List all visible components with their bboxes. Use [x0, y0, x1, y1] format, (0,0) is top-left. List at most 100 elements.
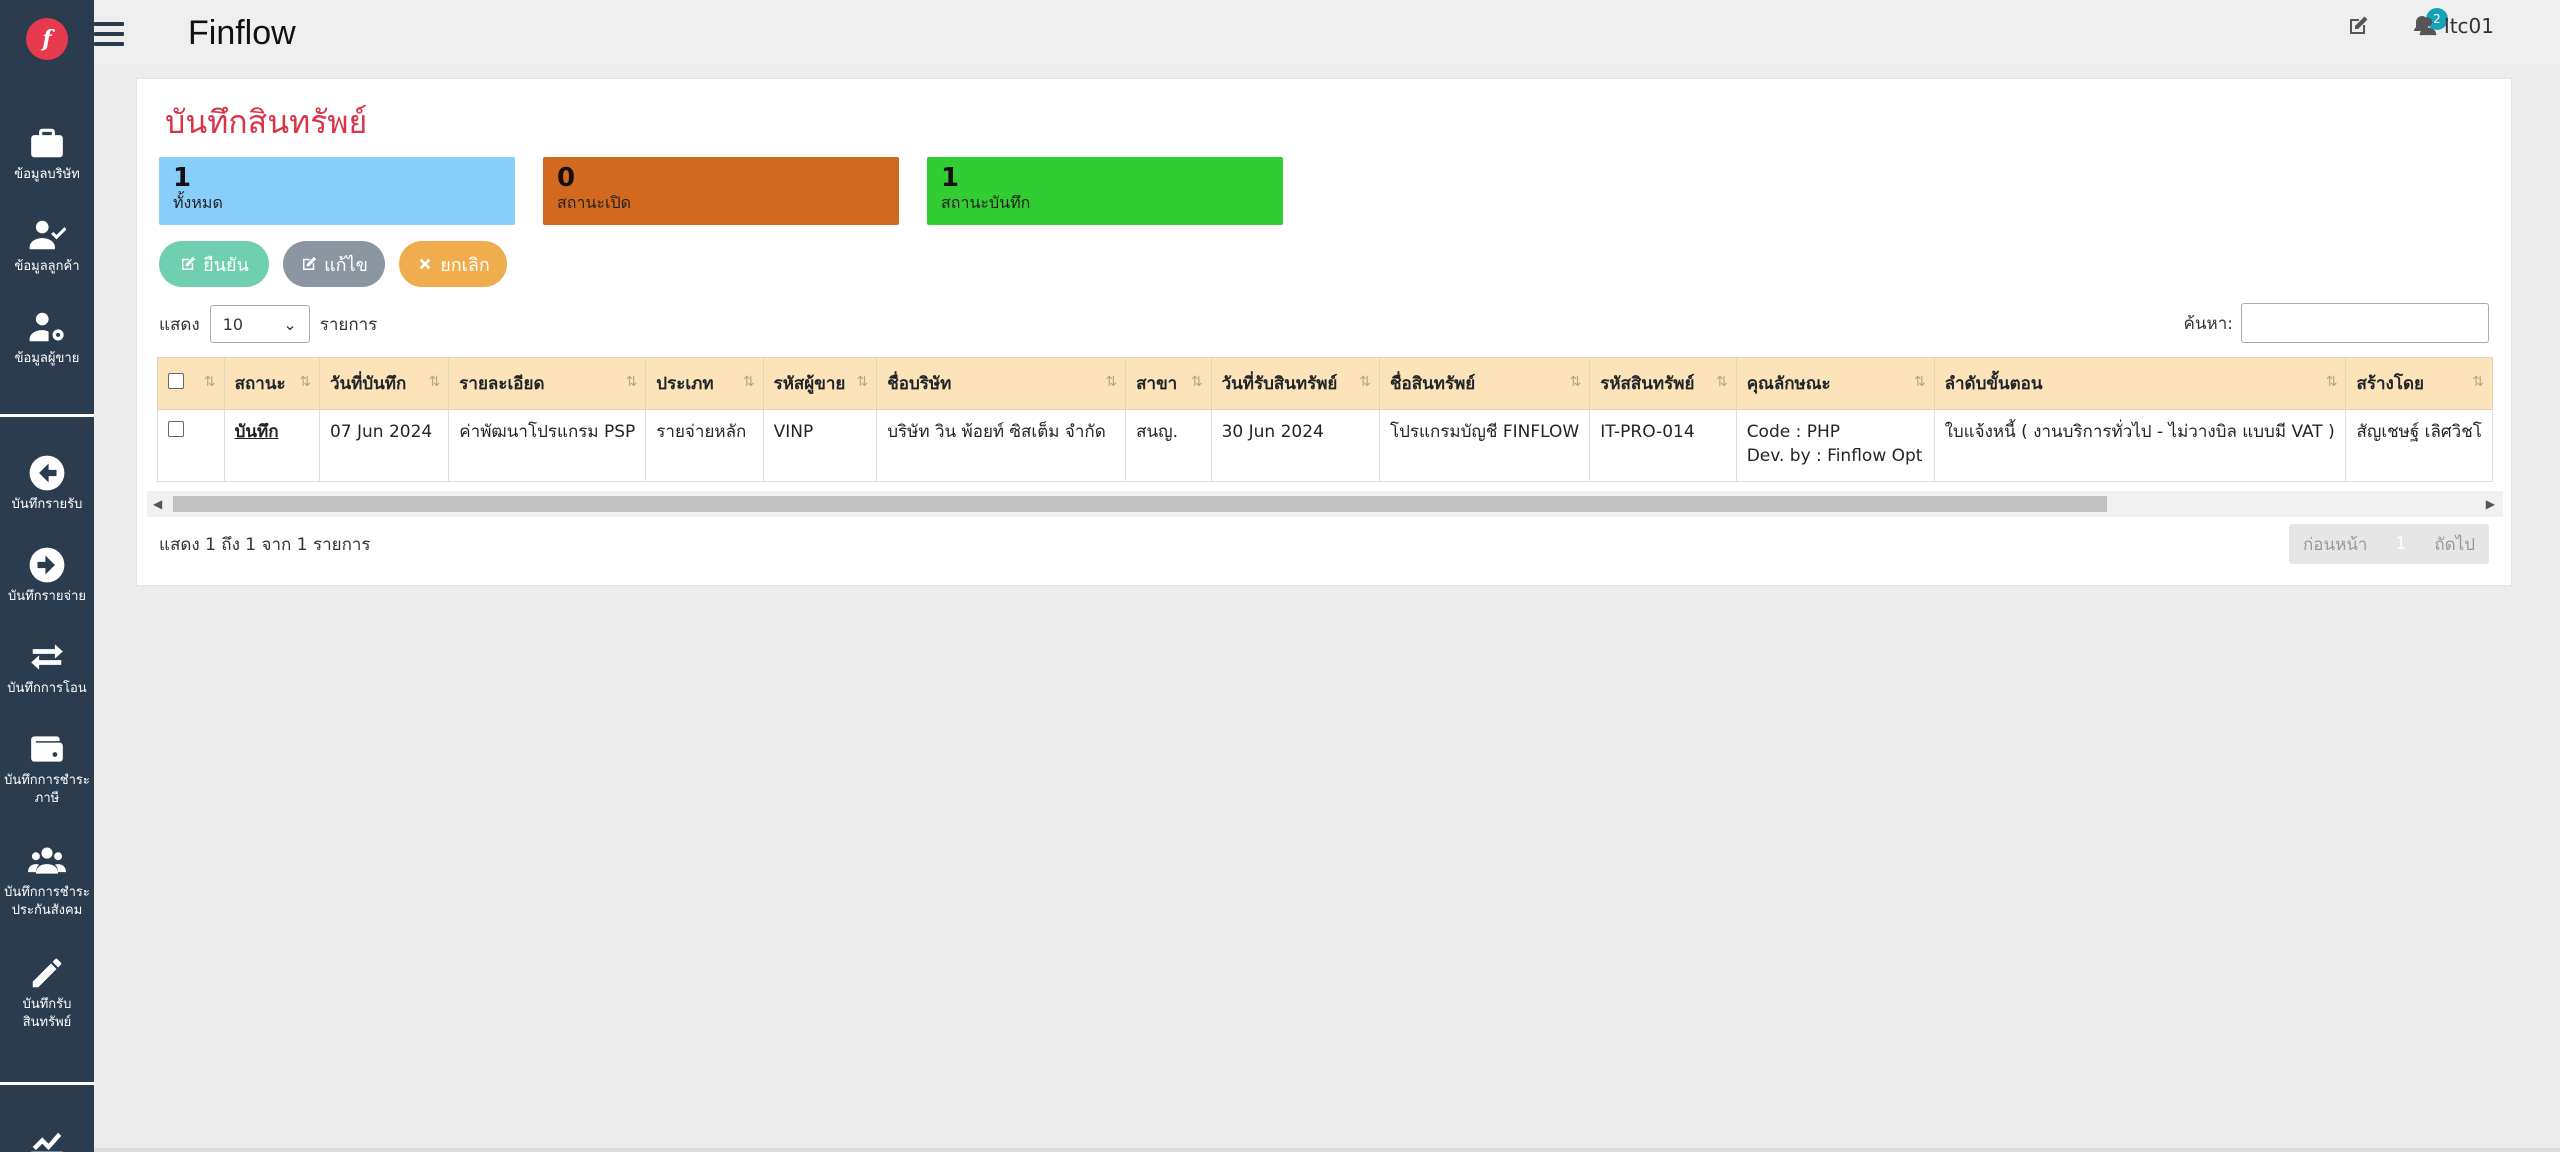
prev-page-button[interactable]: ก่อนหน้า	[2289, 524, 2382, 564]
current-page-button[interactable]: 1	[2381, 524, 2420, 564]
sort-icon: ⇅	[2325, 374, 2338, 390]
attribute-line: Dev. by : Finflow Opt	[1746, 446, 1923, 466]
sort-icon: ⇅	[1913, 374, 1926, 390]
select-all-checkbox[interactable]	[168, 373, 184, 389]
cancel-button[interactable]: ยกเลิก	[399, 241, 507, 287]
column-header[interactable]: วันที่รับสินทรัพย์ ⇅	[1210, 357, 1381, 410]
confirm-button[interactable]: ยืนยัน	[159, 241, 269, 287]
scroll-thumb[interactable]	[173, 496, 2107, 512]
sort-icon: ⇅	[1569, 374, 1582, 390]
column-header[interactable]: รหัสสินทรัพย์ ⇅	[1589, 357, 1737, 410]
attributes-cell: Code : PHP Dev. by : Finflow Opt	[1735, 409, 1935, 482]
sidebar: f ข้อมูลบริษัท ข้อมูลลูกค้า ข้อมูลผู้ขาย…	[0, 0, 94, 1152]
column-header[interactable]: สร้างโดย ⇅	[2345, 357, 2493, 410]
show-label: แสดง	[159, 314, 200, 335]
entries-label: รายการ	[319, 314, 378, 335]
sidebar-item-report[interactable]	[0, 1120, 94, 1152]
next-page-button[interactable]: ถัดไป	[2420, 524, 2489, 564]
select-all-header[interactable]: ⇅	[157, 357, 225, 410]
sort-icon: ⇅	[856, 374, 869, 390]
user-menu[interactable]: Itc01	[2418, 14, 2494, 38]
sidebar-divider	[0, 1082, 94, 1085]
stat-label: สถานะบันทึก	[941, 193, 1031, 212]
sidebar-item-asset[interactable]: บันทึกรับสินทรัพย์	[0, 954, 94, 1032]
sidebar-item-customer[interactable]: ข้อมูลลูกค้า	[0, 216, 94, 276]
stat-saved[interactable]: 1 สถานะบันทึก	[927, 157, 1283, 225]
column-header[interactable]: ประเภท ⇅	[645, 357, 764, 410]
sidebar-item-tax[interactable]: บันทึกการชำระภาษี	[0, 730, 94, 808]
sidebar-item-label: บันทึกรับสินทรัพย์	[22, 997, 72, 1030]
search-label: ค้นหา:	[2183, 313, 2233, 334]
column-header[interactable]: ชื่อบริษัท ⇅	[876, 357, 1127, 410]
column-header[interactable]: รายละเอียด ⇅	[448, 357, 647, 410]
stat-value: 1	[173, 163, 192, 193]
column-header[interactable]: ชื่อสินทรัพย์ ⇅	[1378, 357, 1591, 410]
arrow-left-circle-icon	[29, 455, 65, 491]
detail-cell: ค่าพัฒนาโปรแกรม PSP	[448, 409, 647, 482]
pencil-icon	[32, 958, 62, 988]
sidebar-divider	[0, 414, 94, 417]
horizontal-scrollbar[interactable]: ◀ ▶	[147, 491, 2503, 517]
bottom-border	[94, 1148, 2560, 1152]
column-header[interactable]: สาขา ⇅	[1125, 357, 1212, 410]
row-checkbox[interactable]	[168, 421, 184, 437]
users-icon	[28, 847, 66, 874]
sidebar-item-social-security[interactable]: บันทึกการชำระประกันสังคม	[0, 842, 94, 920]
chevron-down-icon: ⌄	[283, 314, 297, 334]
edit-icon	[303, 256, 317, 270]
user-check-icon	[29, 220, 66, 250]
sort-icon: ⇅	[428, 374, 441, 390]
column-header[interactable]: สถานะ ⇅	[223, 357, 320, 410]
branch-cell: สนญ.	[1125, 409, 1212, 482]
edit-icon	[182, 256, 196, 270]
menu-toggle-icon[interactable]	[94, 22, 124, 46]
stat-open[interactable]: 0 สถานะเปิด	[543, 157, 899, 225]
sidebar-item-vendor[interactable]: ข้อมูลผู้ขาย	[0, 308, 94, 368]
column-header[interactable]: วันที่บันทึก ⇅	[318, 357, 450, 410]
sidebar-item-label: บันทึกรายจ่าย	[7, 589, 86, 604]
edit-note-button[interactable]	[2346, 14, 2374, 42]
sort-icon: ⇅	[1715, 374, 1728, 390]
sidebar-item-label: บันทึกการชำระภาษี	[4, 773, 90, 806]
table-row[interactable]: บันทึก 07 Jun 2024 ค่าพัฒนาโปรแกรม PSP ร…	[157, 409, 2493, 482]
page-size-select[interactable]: 10 ⌄	[209, 305, 310, 343]
type-cell: รายจ่ายหลัก	[645, 409, 764, 482]
sidebar-item-transfer[interactable]: บันทึกการโอน	[0, 638, 94, 698]
sidebar-item-label: บันทึกการโอน	[7, 681, 87, 696]
sidebar-item-expense[interactable]: บันทึกรายจ่าย	[0, 546, 94, 606]
page-size-control: แสดง 10 ⌄ รายการ	[159, 305, 377, 343]
finflow-logo[interactable]: f	[26, 18, 68, 60]
scroll-left-icon[interactable]: ◀	[153, 497, 162, 511]
edit-button[interactable]: แก้ไข	[283, 241, 385, 287]
stat-value: 0	[557, 163, 576, 193]
exchange-icon	[31, 644, 63, 670]
user-gear-icon	[29, 312, 64, 342]
scroll-right-icon[interactable]: ▶	[2486, 497, 2495, 511]
process-cell: ใบแจ้งหนี้ ( งานบริการทั่วไป - ไม่วางบิล…	[1933, 409, 2347, 482]
sidebar-item-label: ข้อมูลลูกค้า	[14, 259, 80, 274]
sort-icon: ⇅	[299, 374, 311, 390]
row-select-cell[interactable]	[157, 409, 225, 482]
page-size-value: 10	[222, 314, 244, 334]
table-info: แสดง 1 ถึง 1 จาก 1 รายการ	[159, 535, 371, 555]
table-header-row: ⇅ สถานะ ⇅ วันที่บันทึก ⇅ รายละเอียด ⇅ ประเภ…	[157, 357, 2493, 410]
column-header[interactable]: คุณลักษณะ ⇅	[1735, 357, 1935, 410]
sidebar-item-label: ข้อมูลบริษัท	[14, 167, 80, 182]
sidebar-item-income[interactable]: บันทึกรายรับ	[0, 454, 94, 514]
sort-icon: ⇅	[203, 374, 216, 390]
search-input[interactable]	[2241, 303, 2489, 343]
pagination: ก่อนหน้า 1 ถัดไป	[2288, 524, 2489, 564]
close-icon	[419, 258, 431, 270]
status-link[interactable]: บันทึก	[235, 422, 279, 442]
column-header[interactable]: รหัสผู้ขาย ⇅	[762, 357, 878, 410]
asset-name-cell: โปรแกรมบัญชี FINFLOW	[1378, 409, 1591, 482]
sort-icon: ⇅	[625, 374, 638, 390]
stat-total[interactable]: 1 ทั้งหมด	[159, 157, 515, 225]
company-cell: บริษัท วิน พ้อยท์ ซิสเต็ม จำกัด	[876, 409, 1127, 482]
receive-date-cell: 30 Jun 2024	[1210, 409, 1381, 482]
column-header[interactable]: ลำดับขั้นตอน ⇅	[1933, 357, 2347, 410]
briefcase-icon	[31, 128, 63, 158]
sidebar-item-company[interactable]: ข้อมูลบริษัท	[0, 124, 94, 184]
status-cell: บันทึก	[223, 409, 320, 482]
username: Itc01	[2443, 14, 2494, 38]
